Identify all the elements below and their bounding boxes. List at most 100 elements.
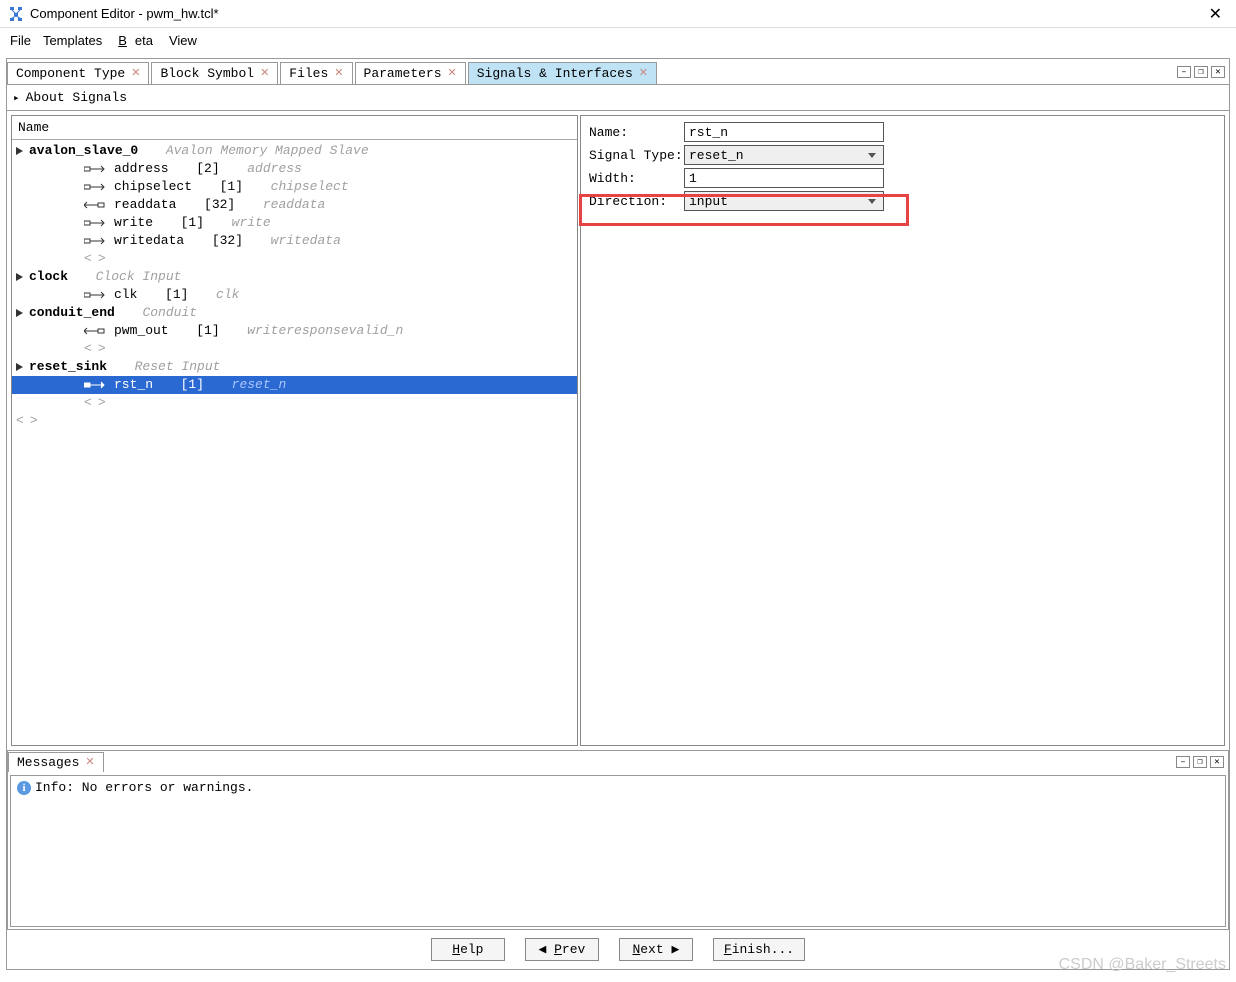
interface-desc: Avalon Memory Mapped Slave bbox=[166, 142, 369, 160]
tab-close-icon[interactable]: ✕ bbox=[448, 68, 457, 79]
menu-templates[interactable]: Templates bbox=[39, 31, 106, 50]
menubar: File Templates Beta View bbox=[0, 28, 1236, 52]
titlebar: Component Editor - pwm_hw.tcl* ✕ bbox=[0, 0, 1236, 28]
add-signal[interactable]: <> bbox=[12, 340, 577, 358]
signal-type: address bbox=[247, 160, 302, 178]
signal-type: clk bbox=[216, 286, 239, 304]
interface-node[interactable]: conduit_end Conduit bbox=[12, 304, 577, 322]
expand-icon[interactable] bbox=[16, 273, 23, 281]
close-icon[interactable]: ✕ bbox=[1203, 4, 1228, 24]
signal-type: readdata bbox=[263, 196, 325, 214]
signal-type-select[interactable] bbox=[684, 145, 884, 165]
help-button[interactable]: Help bbox=[431, 938, 505, 961]
expand-icon[interactable] bbox=[16, 363, 23, 371]
name-input[interactable] bbox=[684, 122, 884, 142]
tab-close-icon[interactable]: ✕ bbox=[260, 68, 269, 79]
signal-width: [32] bbox=[204, 196, 235, 214]
signal-row[interactable]: rst_n [1] reset_n bbox=[12, 376, 577, 394]
signals-tree[interactable]: avalon_slave_0 Avalon Memory Mapped Slav… bbox=[12, 140, 577, 432]
signal-type: reset_n bbox=[232, 376, 287, 394]
next-button[interactable]: Next ▶ bbox=[619, 938, 693, 961]
add-signal[interactable]: <> bbox=[12, 250, 577, 268]
interface-node[interactable]: avalon_slave_0 Avalon Memory Mapped Slav… bbox=[12, 142, 577, 160]
messages-body: i Info: No errors or warnings. bbox=[10, 775, 1226, 927]
interface-node[interactable]: reset_sink Reset Input bbox=[12, 358, 577, 376]
signal-width: [1] bbox=[196, 322, 219, 340]
finish-button[interactable]: Finish... bbox=[713, 938, 805, 961]
signal-name: writedata bbox=[114, 232, 184, 250]
signal-width: [1] bbox=[181, 214, 204, 232]
tree-header-name: Name bbox=[12, 116, 577, 140]
expand-icon[interactable] bbox=[16, 147, 23, 155]
app-icon bbox=[8, 6, 24, 22]
messages-panel: Messages✕ – ❐ ✕ i Info: No errors or warn… bbox=[7, 750, 1229, 930]
signal-row[interactable]: clk [1] clk bbox=[12, 286, 577, 304]
properties-pane: Name: Signal Type: Width: Direction: bbox=[580, 115, 1225, 746]
tab-signals-interfaces[interactable]: Signals & Interfaces✕ bbox=[468, 62, 657, 84]
panel-restore-icon[interactable]: ❐ bbox=[1194, 66, 1208, 78]
tab-close-icon[interactable]: ✕ bbox=[131, 68, 140, 79]
signal-name: rst_n bbox=[114, 376, 153, 394]
tab-parameters[interactable]: Parameters✕ bbox=[355, 62, 466, 84]
signal-name: pwm_out bbox=[114, 322, 169, 340]
signal-type: write bbox=[232, 214, 271, 232]
add-interface[interactable]: <> bbox=[12, 412, 577, 430]
tab-close-icon[interactable]: ✕ bbox=[85, 757, 94, 768]
signal-name: chipselect bbox=[114, 178, 192, 196]
signal-width: [2] bbox=[196, 160, 219, 178]
menu-view[interactable]: View bbox=[165, 31, 201, 50]
panel-close-icon[interactable]: ✕ bbox=[1210, 756, 1224, 768]
signal-width: [1] bbox=[181, 376, 204, 394]
panel-minimize-icon[interactable]: – bbox=[1176, 756, 1190, 768]
signal-row[interactable]: write [1] write bbox=[12, 214, 577, 232]
expand-icon[interactable] bbox=[16, 309, 23, 317]
tab-close-icon[interactable]: ✕ bbox=[639, 68, 648, 79]
add-signal[interactable]: <> bbox=[12, 394, 577, 412]
tab-files[interactable]: Files✕ bbox=[280, 62, 352, 84]
signal-row[interactable]: address [2] address bbox=[12, 160, 577, 178]
about-signals-toggle[interactable]: ▸ About Signals bbox=[7, 85, 1229, 111]
tabstrip: Component Type✕ Block Symbol✕ Files✕ Par… bbox=[7, 59, 1229, 85]
signal-row[interactable]: pwm_out [1] writeresponsevalid_n bbox=[12, 322, 577, 340]
signal-width: [1] bbox=[165, 286, 188, 304]
signal-row[interactable]: readdata [32] readdata bbox=[12, 196, 577, 214]
signal-width: [1] bbox=[220, 178, 243, 196]
watermark: CSDN @Baker_Streets bbox=[1059, 956, 1226, 974]
panel-minimize-icon[interactable]: – bbox=[1177, 66, 1191, 78]
signal-name: clk bbox=[114, 286, 137, 304]
width-input[interactable] bbox=[684, 168, 884, 188]
signal-name: address bbox=[114, 160, 169, 178]
chevron-right-icon: ▸ bbox=[13, 91, 20, 105]
menu-file[interactable]: File bbox=[6, 31, 35, 50]
message-text: Info: No errors or warnings. bbox=[35, 780, 253, 795]
footer-buttons: Help ◀ Prev Next ▶ Finish... bbox=[7, 930, 1229, 969]
tab-close-icon[interactable]: ✕ bbox=[334, 68, 343, 79]
panel-close-icon[interactable]: ✕ bbox=[1211, 66, 1225, 78]
tab-block-symbol[interactable]: Block Symbol✕ bbox=[151, 62, 278, 84]
interface-name: clock bbox=[29, 268, 68, 286]
interface-desc: Reset Input bbox=[135, 358, 221, 376]
signal-direction-icon bbox=[84, 379, 108, 391]
signal-direction-icon bbox=[84, 235, 108, 247]
interface-node[interactable]: clock Clock Input bbox=[12, 268, 577, 286]
signal-name: readdata bbox=[114, 196, 176, 214]
width-label: Width: bbox=[589, 171, 684, 186]
menu-beta[interactable]: Beta bbox=[110, 31, 161, 50]
prev-button[interactable]: ◀ Prev bbox=[525, 938, 599, 961]
signal-type-label: Signal Type: bbox=[589, 148, 684, 163]
interface-desc: Clock Input bbox=[96, 268, 182, 286]
interface-name: avalon_slave_0 bbox=[29, 142, 138, 160]
tab-messages[interactable]: Messages✕ bbox=[8, 752, 104, 772]
interface-name: reset_sink bbox=[29, 358, 107, 376]
panel-restore-icon[interactable]: ❐ bbox=[1193, 756, 1207, 768]
signals-tree-pane: Name avalon_slave_0 Avalon Memory Mapped… bbox=[11, 115, 578, 746]
signal-row[interactable]: chipselect [1] chipselect bbox=[12, 178, 577, 196]
signal-type: chipselect bbox=[271, 178, 349, 196]
window-title: Component Editor - pwm_hw.tcl* bbox=[30, 6, 1203, 21]
direction-select[interactable] bbox=[684, 191, 884, 211]
tab-component-type[interactable]: Component Type✕ bbox=[7, 62, 149, 84]
signal-direction-icon bbox=[84, 181, 108, 193]
signal-row[interactable]: writedata [32] writedata bbox=[12, 232, 577, 250]
signal-direction-icon bbox=[84, 217, 108, 229]
info-icon: i bbox=[17, 781, 31, 795]
